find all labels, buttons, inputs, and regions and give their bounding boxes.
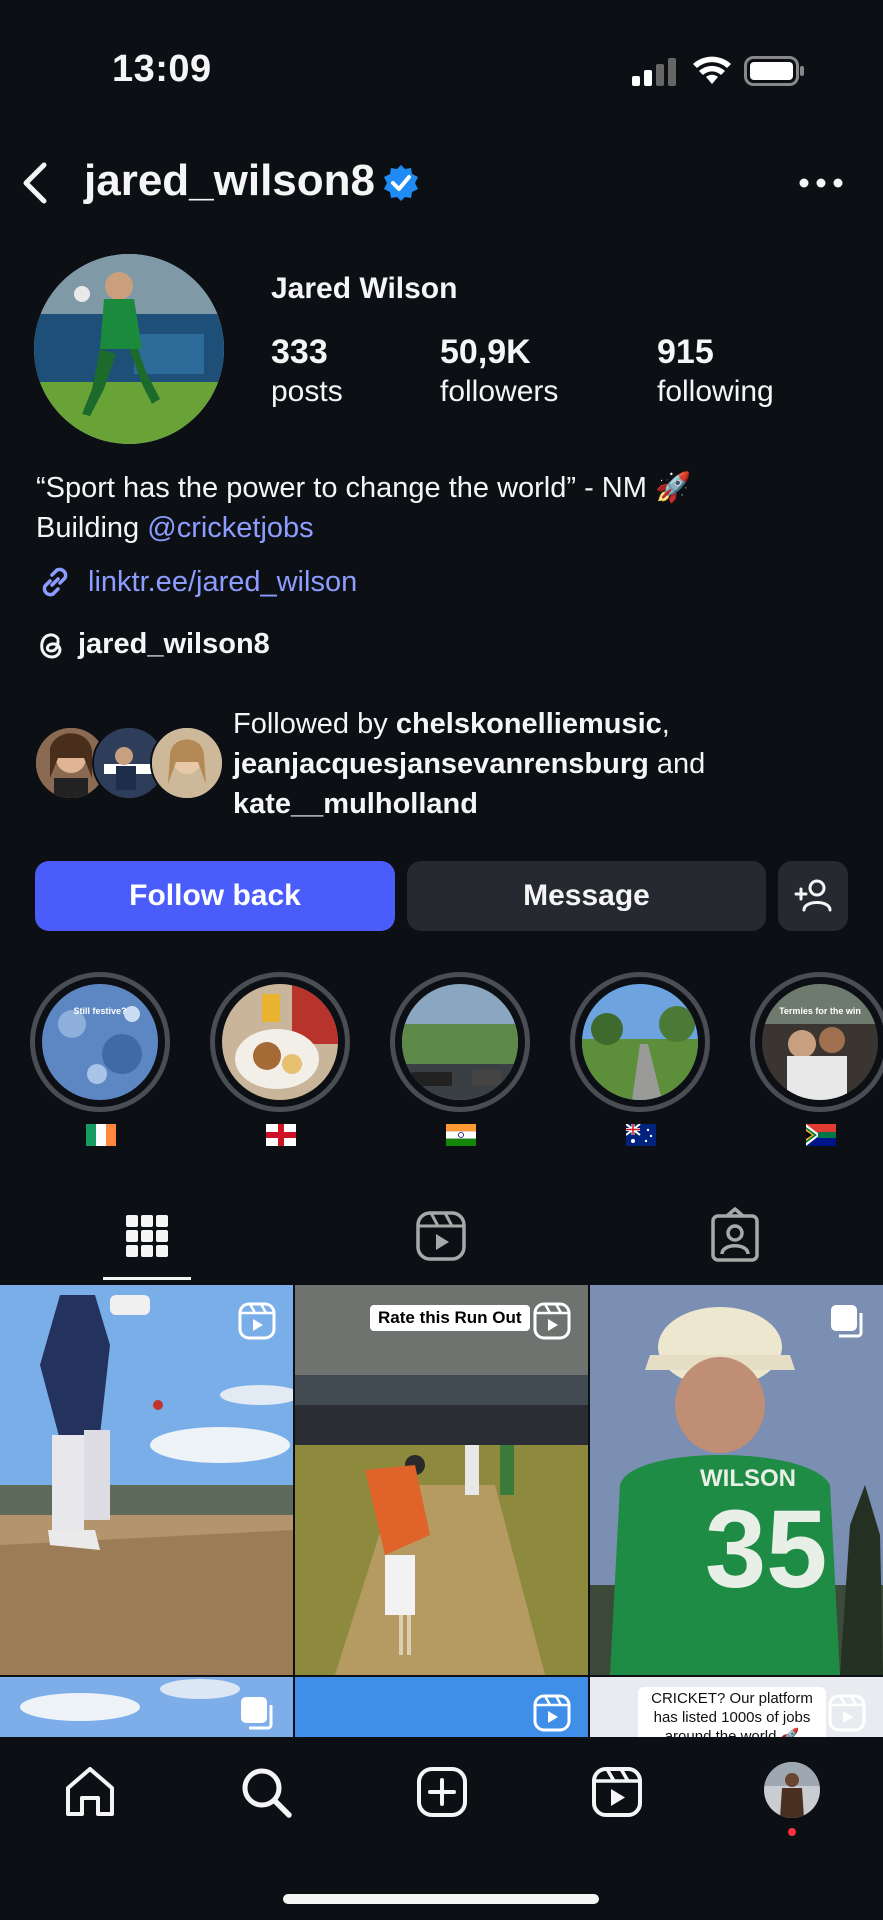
post-thumbnail[interactable]: WILSON 35 [590, 1285, 883, 1675]
cellular-signal-icon [632, 58, 676, 86]
conjunction: and [648, 748, 706, 780]
ireland-flag-icon [86, 1124, 116, 1146]
stat-label: following [657, 375, 774, 408]
stat-posts[interactable]: 333 posts [271, 332, 343, 412]
threads-icon [40, 632, 62, 658]
stat-value: 915 [657, 333, 714, 371]
highlight-cover [582, 984, 698, 1100]
post-thumbnail[interactable] [0, 1677, 293, 1737]
highlight-ring [210, 972, 350, 1112]
highlight-cover: Still festive? [42, 984, 158, 1100]
mutual-user-link[interactable]: kate__mulholland [233, 788, 478, 820]
story-highlight[interactable] [210, 972, 350, 1112]
threads-badge[interactable]: jared_wilson8 [36, 628, 270, 661]
bio-line: “Sport has the power to change the world… [36, 472, 692, 504]
story-highlight[interactable] [570, 972, 710, 1112]
highlight-cover [222, 984, 338, 1100]
mutual-user-link[interactable]: jeanjacquesjansevanrensburg [233, 748, 649, 780]
post-promo-text: CRICKET? Our platform has listed 1000s o… [638, 1687, 826, 1737]
highlight-ring: Termies for the win [750, 972, 883, 1112]
search-icon[interactable] [238, 1764, 294, 1820]
carousel-badge-icon [831, 1305, 863, 1338]
posts-grid-tab-icon[interactable] [117, 1206, 177, 1266]
followed-by-text[interactable]: Followed by chelskonelliemusic, jeanjacq… [233, 704, 873, 824]
notification-dot [788, 1828, 796, 1836]
south-africa-flag-icon [806, 1124, 836, 1146]
reels-tab-icon[interactable] [411, 1206, 471, 1266]
suggested-users-button[interactable] [778, 861, 848, 931]
carousel-badge-icon [241, 1697, 273, 1730]
home-icon[interactable] [62, 1764, 118, 1820]
profile-link[interactable]: linktr.ee/jared_wilson [36, 562, 357, 602]
post-thumbnail[interactable] [295, 1677, 588, 1737]
separator: , [661, 708, 670, 740]
more-options-icon[interactable] [798, 176, 844, 190]
profile-link-text[interactable]: linktr.ee/jared_wilson [88, 566, 357, 599]
story-highlight[interactable]: Still festive? [30, 972, 170, 1112]
reel-badge-icon [533, 1302, 571, 1340]
highlight-cover-text: Still festive? [73, 1006, 127, 1016]
wifi-icon [693, 56, 731, 84]
highlight-ring [570, 972, 710, 1112]
header-username: jared_wilson8 [84, 156, 376, 205]
profile-avatar[interactable] [34, 254, 224, 444]
message-button[interactable]: Message [407, 861, 766, 931]
india-flag-icon [446, 1124, 476, 1146]
highlight-cover: Termies for the win [762, 984, 878, 1100]
jersey-number: 35 [705, 1488, 828, 1611]
stat-following[interactable]: 915 following [657, 332, 774, 412]
home-indicator [283, 1894, 599, 1904]
back-arrow-icon[interactable] [16, 160, 56, 206]
stat-value: 50,9K [440, 333, 531, 371]
bio-mention-link[interactable]: @cricketjobs [147, 512, 313, 544]
threads-handle: jared_wilson8 [78, 628, 270, 660]
stat-value: 333 [271, 333, 328, 371]
stat-followers[interactable]: 50,9K followers [440, 332, 558, 412]
highlight-cover-text: Termies for the win [779, 1006, 861, 1016]
highlight-ring: Still festive? [30, 972, 170, 1112]
england-flag-icon [266, 1124, 296, 1146]
post-thumbnail[interactable]: CRICKET? Our platform has listed 1000s o… [590, 1677, 883, 1737]
profile-nav-avatar[interactable] [764, 1762, 820, 1818]
post-caption-chip: Rate this Run Out [370, 1305, 530, 1331]
highlight-ring [390, 972, 530, 1112]
reel-badge-icon [238, 1302, 276, 1340]
bio-text: Building [36, 512, 148, 544]
mutual-followers-avatars[interactable] [34, 726, 224, 800]
battery-icon [744, 56, 804, 86]
post-thumbnail[interactable] [0, 1285, 293, 1675]
status-time: 13:09 [112, 48, 212, 90]
link-icon [42, 567, 68, 597]
profile-bio: “Sport has the power to change the world… [36, 468, 836, 548]
bio-line: Building @cricketjobs [36, 508, 836, 548]
australia-flag-icon [626, 1124, 656, 1146]
stat-label: followers [440, 375, 559, 408]
tagged-tab-icon[interactable] [705, 1206, 765, 1266]
reel-badge-icon [533, 1694, 571, 1732]
add-person-icon [794, 879, 832, 912]
story-highlight[interactable] [390, 972, 530, 1112]
profile-full-name: Jared Wilson [271, 272, 458, 305]
reels-icon[interactable] [589, 1764, 645, 1820]
create-post-icon[interactable] [414, 1764, 470, 1820]
followed-by-prefix: Followed by [233, 708, 396, 740]
reel-badge-icon [828, 1694, 866, 1732]
follow-back-button[interactable]: Follow back [35, 861, 395, 931]
avatar [150, 726, 224, 800]
mutual-user-link[interactable]: chelskonelliemusic [396, 708, 662, 740]
story-highlight[interactable]: Termies for the win [750, 972, 883, 1112]
stat-label: posts [271, 375, 343, 408]
active-tab-indicator [103, 1277, 191, 1280]
verified-badge-icon [384, 165, 418, 201]
post-thumbnail[interactable]: Rate this Run Out [295, 1285, 588, 1675]
highlight-cover [402, 984, 518, 1100]
